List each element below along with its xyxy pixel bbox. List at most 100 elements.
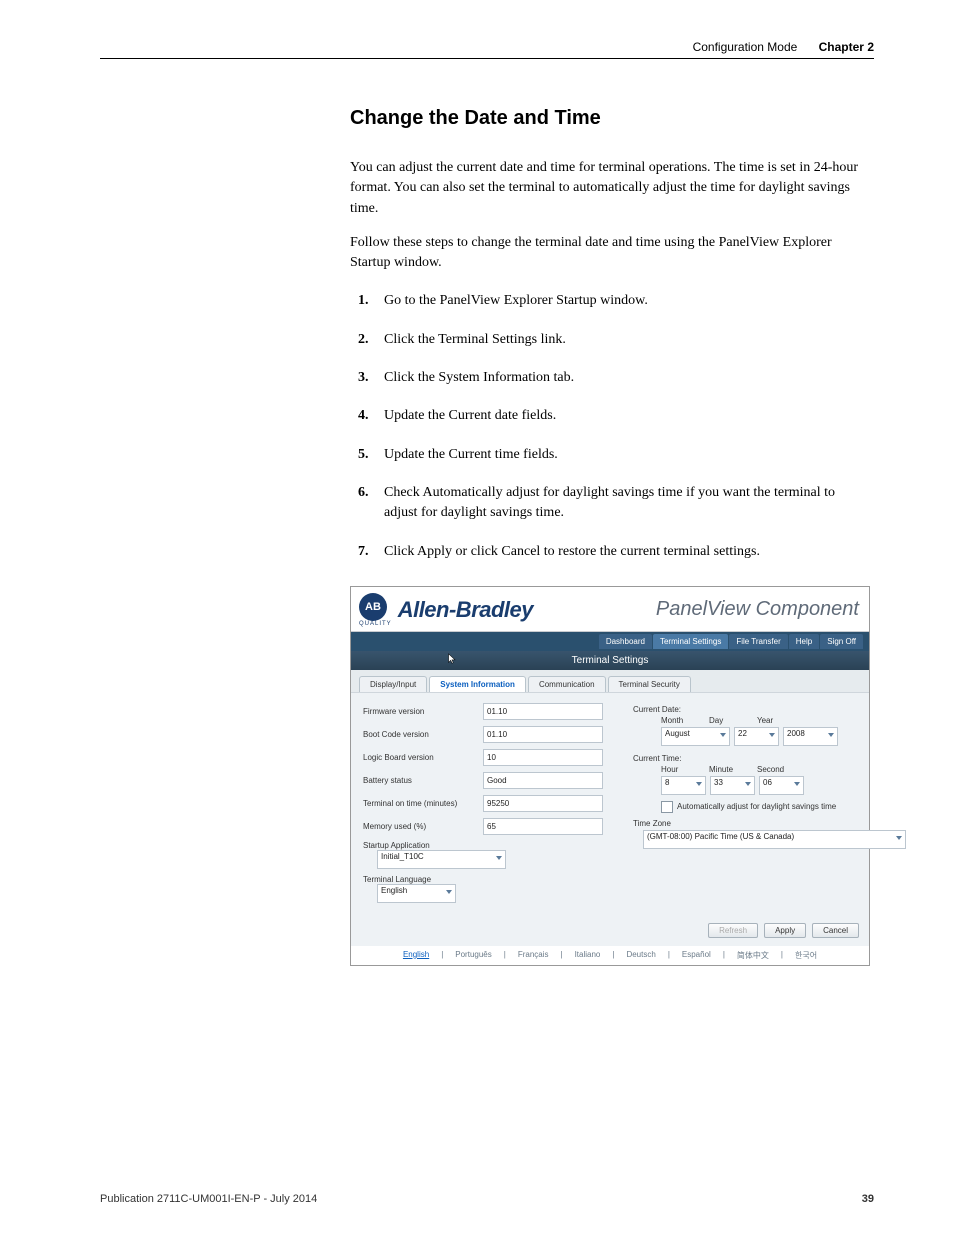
bootcode-value: 01.10 — [483, 726, 603, 743]
language-bar: English | Português | Français | Italian… — [351, 946, 869, 965]
battery-label: Battery status — [363, 776, 483, 785]
hour-label: Hour — [661, 765, 701, 774]
battery-row: Battery status Good — [363, 772, 603, 789]
brand-sub: QUALITY — [359, 621, 392, 627]
minute-select[interactable]: 33 — [710, 776, 755, 795]
lang-chinese[interactable]: 简体中文 — [735, 950, 771, 961]
logicboard-value: 10 — [483, 749, 603, 766]
year-label: Year — [757, 716, 797, 725]
brand-badge-icon: AB — [359, 593, 387, 621]
tab-display-input[interactable]: Display/Input — [359, 676, 427, 692]
nav-terminal-settings[interactable]: Terminal Settings — [653, 634, 728, 649]
panel-title-bar: Terminal Settings — [351, 651, 869, 670]
dst-row[interactable]: Automatically adjust for daylight saving… — [633, 801, 906, 813]
right-column: Current Date: Month Day Year August 22 2… — [633, 703, 906, 903]
header-section: Configuration Mode — [693, 40, 798, 54]
logicboard-label: Logic Board version — [363, 753, 483, 762]
top-nav: Dashboard Terminal Settings File Transfe… — [351, 632, 869, 651]
current-date-label: Current Date: — [633, 705, 906, 714]
apply-button[interactable]: Apply — [764, 923, 806, 938]
cursor-icon — [447, 653, 457, 665]
termlang-select[interactable]: English — [377, 884, 456, 903]
startup-label: Startup Application — [363, 841, 603, 850]
app-screenshot: AB QUALITY Allen-Bradley PanelView Compo… — [350, 586, 870, 966]
page-number: 39 — [862, 1193, 874, 1205]
section-title: Change the Date and Time — [350, 107, 870, 130]
minute-label: Minute — [709, 765, 749, 774]
nav-help[interactable]: Help — [789, 634, 819, 649]
step-item: Go to the PanelView Explorer Startup win… — [350, 291, 870, 311]
step-item: Click the Terminal Settings link. — [350, 330, 870, 350]
lang-espanol[interactable]: Español — [680, 950, 713, 961]
steps-list: Go to the PanelView Explorer Startup win… — [350, 291, 870, 561]
memory-value: 65 — [483, 818, 603, 835]
brand-badge-wrap: AB QUALITY — [359, 593, 392, 627]
bootcode-label: Boot Code version — [363, 730, 483, 739]
left-column: Firmware version 01.10 Boot Code version… — [363, 703, 603, 903]
bootcode-row: Boot Code version 01.10 — [363, 726, 603, 743]
ontime-row: Terminal on time (minutes) 95250 — [363, 795, 603, 812]
tz-label: Time Zone — [633, 819, 906, 828]
lang-deutsch[interactable]: Deutsch — [624, 950, 657, 961]
brand-text: Allen-Bradley — [398, 597, 533, 623]
step-item: Update the Current date fields. — [350, 406, 870, 426]
memory-label: Memory used (%) — [363, 822, 483, 831]
tab-system-information[interactable]: System Information — [429, 676, 526, 692]
lang-francais[interactable]: Français — [516, 950, 551, 961]
page-header: Configuration Mode Chapter 2 — [100, 40, 874, 54]
tab-communication[interactable]: Communication — [528, 676, 606, 692]
termlang-label: Terminal Language — [363, 875, 603, 884]
date-labels: Month Day Year — [633, 716, 906, 725]
day-label: Day — [709, 716, 749, 725]
month-label: Month — [661, 716, 701, 725]
lang-english[interactable]: English — [401, 950, 431, 961]
time-labels: Hour Minute Second — [633, 765, 906, 774]
month-select[interactable]: August — [661, 727, 730, 746]
dst-checkbox[interactable] — [661, 801, 673, 813]
tz-select[interactable]: (GMT-08:00) Pacific Time (US & Canada) — [643, 830, 906, 849]
date-selects: August 22 2008 — [633, 727, 906, 746]
brand-block: AB QUALITY Allen-Bradley — [359, 593, 533, 627]
year-select[interactable]: 2008 — [783, 727, 838, 746]
time-selects: 8 33 06 — [633, 776, 906, 795]
dst-label: Automatically adjust for daylight saving… — [677, 802, 836, 811]
hour-select[interactable]: 8 — [661, 776, 706, 795]
lang-portugues[interactable]: Português — [453, 950, 493, 961]
publication-info: Publication 2711C-UM001I-EN-P - July 201… — [100, 1193, 687, 1205]
refresh-button[interactable]: Refresh — [708, 923, 758, 938]
battery-value: Good — [483, 772, 603, 789]
firmware-value: 01.10 — [483, 703, 603, 720]
tab-body: Firmware version 01.10 Boot Code version… — [351, 692, 869, 917]
firmware-row: Firmware version 01.10 — [363, 703, 603, 720]
app-header: AB QUALITY Allen-Bradley PanelView Compo… — [351, 587, 869, 632]
cancel-button[interactable]: Cancel — [812, 923, 859, 938]
lang-korean[interactable]: 한국어 — [793, 950, 819, 961]
current-time-label: Current Time: — [633, 754, 906, 763]
lang-italiano[interactable]: Italiano — [573, 950, 603, 961]
step-item: Click the System Information tab. — [350, 368, 870, 388]
nav-file-transfer[interactable]: File Transfer — [729, 634, 787, 649]
header-rule — [100, 58, 874, 59]
tab-terminal-security[interactable]: Terminal Security — [608, 676, 691, 692]
step-item: Click Apply or click Cancel to restore t… — [350, 542, 870, 562]
logicboard-row: Logic Board version 10 — [363, 749, 603, 766]
page-footer: Publication 2711C-UM001I-EN-P - July 201… — [100, 1193, 874, 1205]
step-item: Update the Current time fields. — [350, 445, 870, 465]
nav-dashboard[interactable]: Dashboard — [599, 634, 652, 649]
day-select[interactable]: 22 — [734, 727, 779, 746]
firmware-label: Firmware version — [363, 707, 483, 716]
intro-para-2: Follow these steps to change the termina… — [350, 233, 870, 274]
action-row: Refresh Apply Cancel — [351, 917, 869, 946]
step-item: Check Automatically adjust for daylight … — [350, 483, 870, 524]
tabs: Display/Input System Information Communi… — [351, 670, 869, 692]
product-name: PanelView Component — [656, 598, 859, 621]
memory-row: Memory used (%) 65 — [363, 818, 603, 835]
panel-title: Terminal Settings — [572, 655, 649, 666]
second-label: Second — [757, 765, 797, 774]
second-select[interactable]: 06 — [759, 776, 804, 795]
header-chapter: Chapter 2 — [819, 40, 874, 54]
nav-sign-off[interactable]: Sign Off — [820, 634, 863, 649]
ontime-label: Terminal on time (minutes) — [363, 799, 483, 808]
intro-para-1: You can adjust the current date and time… — [350, 158, 870, 219]
startup-select[interactable]: Initial_T10C — [377, 850, 506, 869]
